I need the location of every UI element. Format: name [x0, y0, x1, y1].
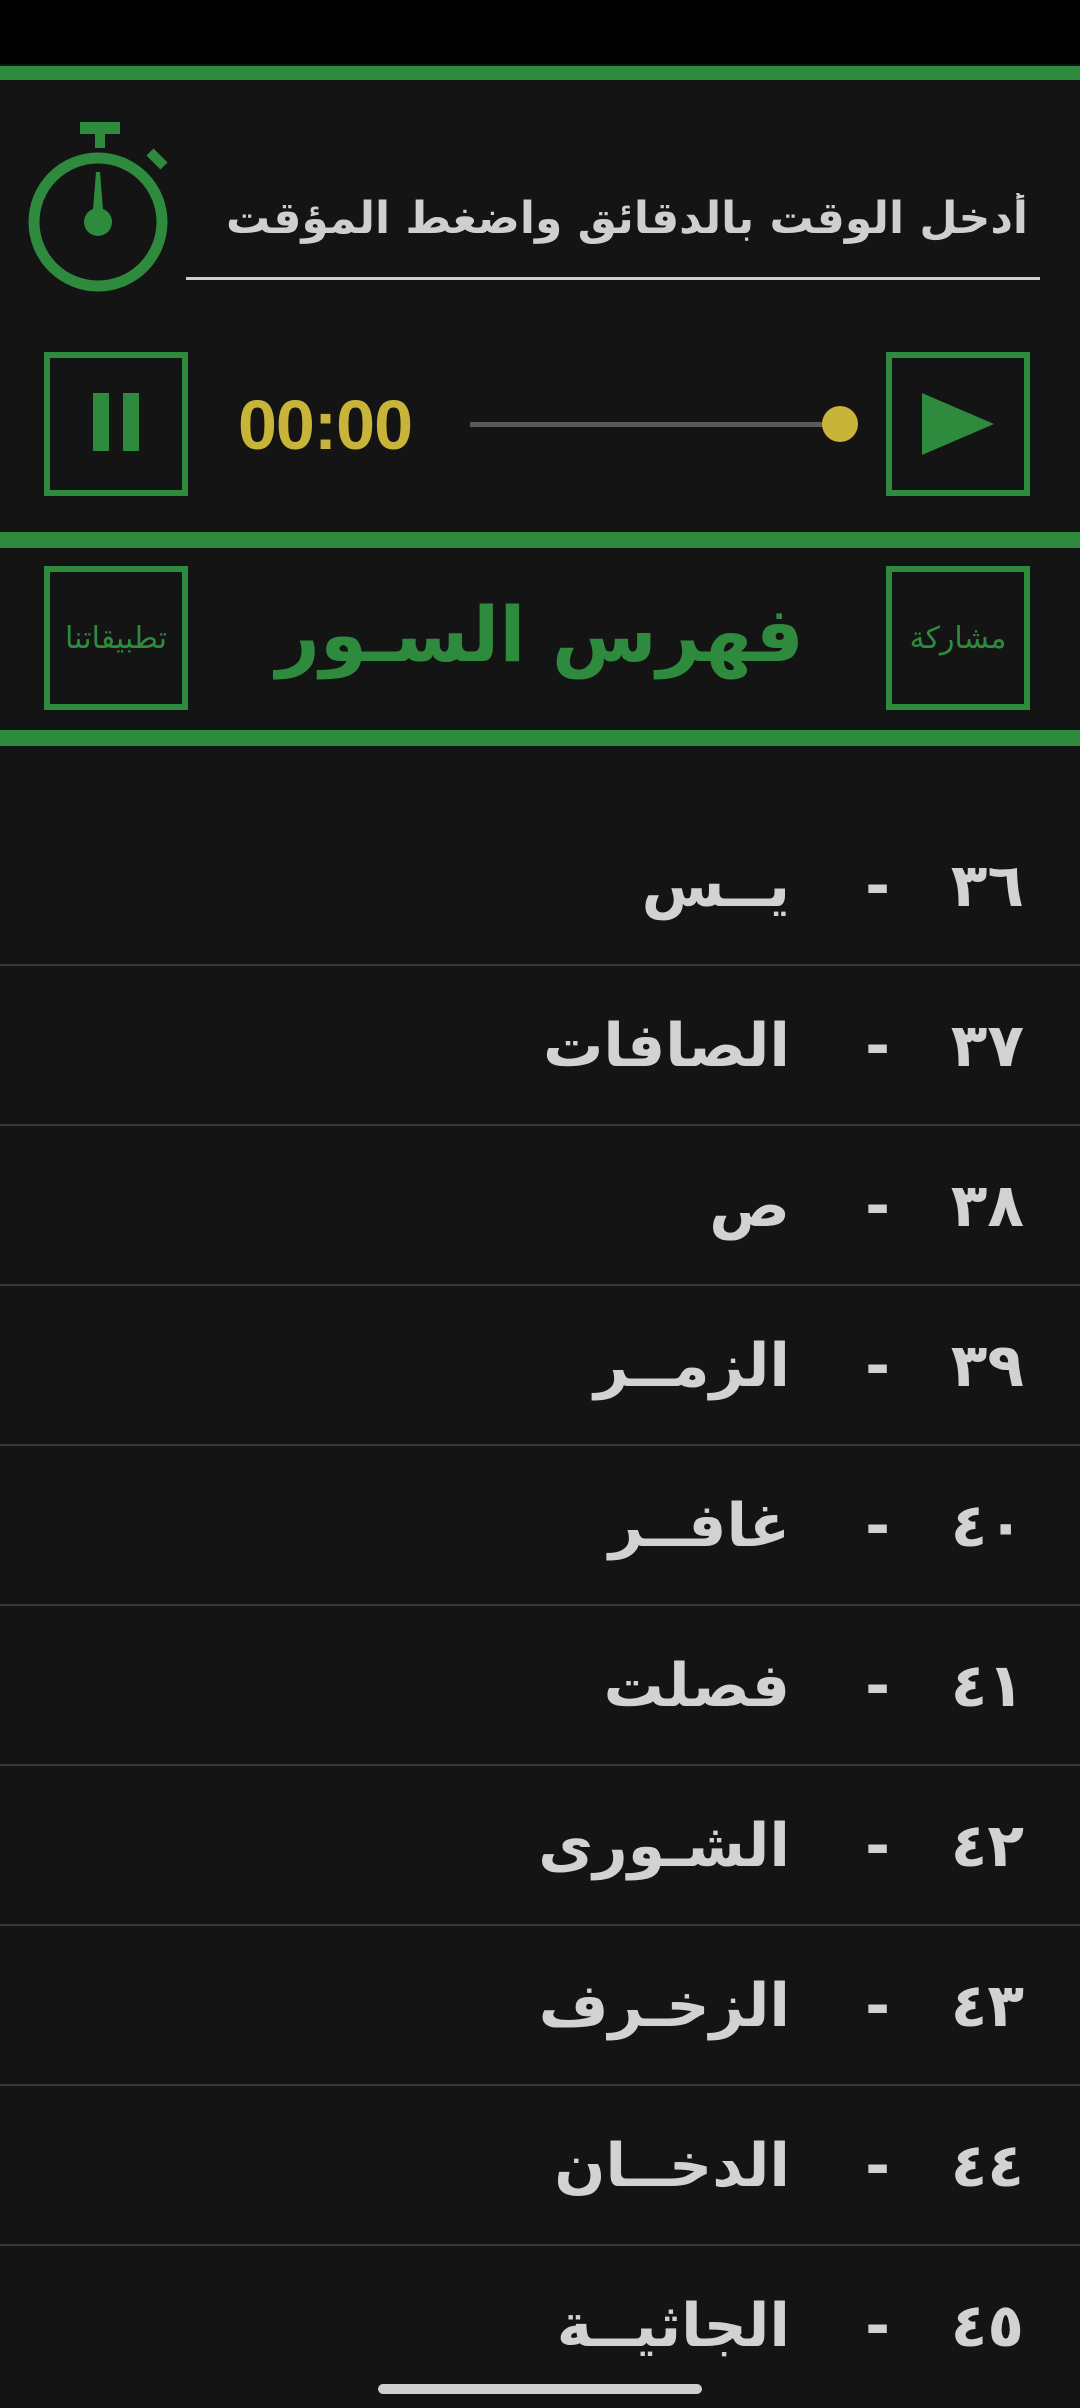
surah-name: غافــر: [608, 1491, 790, 1561]
home-indicator[interactable]: [378, 2384, 702, 2394]
surah-number: ٣٩: [950, 1331, 1024, 1401]
stopwatch-icon: [22, 118, 178, 298]
status-bar: [0, 0, 1080, 64]
surah-name: الزخـرف: [538, 1971, 790, 2041]
separator: -: [865, 2291, 890, 2361]
separator: -: [865, 851, 890, 921]
page-title: فهرس السـور: [276, 590, 804, 679]
minutes-input[interactable]: [186, 160, 1040, 280]
surah-name: الشـورى: [538, 1811, 790, 1881]
list-item[interactable]: ٤٢ - الشـورى: [0, 1766, 1080, 1926]
separator: -: [865, 1171, 890, 1241]
list-item[interactable]: ٣٩ - الزمــر: [0, 1286, 1080, 1446]
surah-number: ٣٧: [950, 1011, 1024, 1081]
list-item[interactable]: ٣٨ - ص: [0, 1126, 1080, 1286]
surah-number: ٣٨: [950, 1171, 1024, 1241]
surah-number: ٤٣: [950, 1971, 1024, 2041]
list-item[interactable]: ٣٦ - يــس: [0, 806, 1080, 966]
surah-number: ٤٤: [950, 2131, 1024, 2201]
pause-icon: [86, 393, 146, 455]
list-item[interactable]: ٤٥ - الجاثيــة: [0, 2246, 1080, 2406]
surah-name: فصلت: [603, 1651, 790, 1721]
surah-name: الزمــر: [594, 1331, 790, 1401]
pause-button[interactable]: [44, 352, 188, 496]
surah-number: ٤١: [950, 1651, 1024, 1721]
list-item[interactable]: ٣٧ - الصافات: [0, 966, 1080, 1126]
separator: -: [865, 1811, 890, 1881]
top-divider: [0, 66, 1080, 80]
surah-number: ٤٥: [950, 2291, 1024, 2361]
separator: -: [865, 1491, 890, 1561]
surah-number: ٣٦: [950, 851, 1024, 921]
share-label: مشاركة: [909, 620, 1007, 656]
surah-name: الصافات: [543, 1011, 790, 1081]
list-item[interactable]: ٤١ - فصلت: [0, 1606, 1080, 1766]
surah-name: الدخــان: [554, 2131, 790, 2201]
list-item[interactable]: ٤٠ - غافــر: [0, 1446, 1080, 1606]
timer-display: 00:00: [238, 386, 413, 464]
surah-number: ٤٠: [950, 1491, 1024, 1561]
separator: -: [865, 1011, 890, 1081]
separator: -: [865, 1651, 890, 1721]
timer-progress-thumb[interactable]: [822, 406, 858, 442]
surah-name: يــس: [641, 851, 790, 921]
surah-number: ٤٢: [950, 1811, 1024, 1881]
separator: -: [865, 1971, 890, 2041]
play-icon: [922, 393, 994, 455]
share-button[interactable]: مشاركة: [886, 566, 1030, 710]
separator: -: [865, 1331, 890, 1401]
middle-divider: [0, 532, 1080, 548]
surah-name: ص: [709, 1171, 790, 1241]
our-apps-button[interactable]: تطبيقاتنا: [44, 566, 188, 710]
list-item[interactable]: ٤٣ - الزخـرف: [0, 1926, 1080, 2086]
play-button[interactable]: [886, 352, 1030, 496]
surah-name: الجاثيــة: [556, 2291, 790, 2361]
separator: -: [865, 2131, 890, 2201]
our-apps-label: تطبيقاتنا: [65, 620, 167, 656]
bottom-divider: [0, 730, 1080, 746]
timer-progress-track[interactable]: [470, 422, 840, 427]
list-item[interactable]: ٤٤ - الدخــان: [0, 2086, 1080, 2246]
